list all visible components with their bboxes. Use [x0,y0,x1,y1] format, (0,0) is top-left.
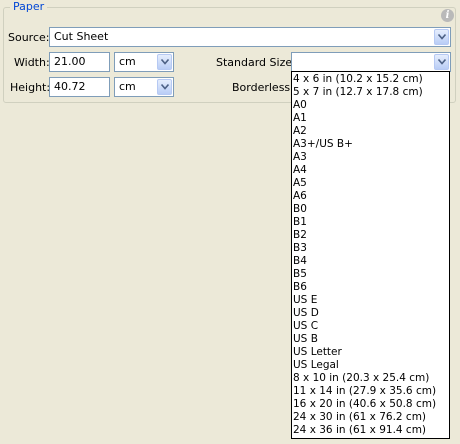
info-icon[interactable]: i [441,9,454,22]
height-unit-select[interactable]: cm [114,77,174,97]
standard-size-select[interactable] [291,52,451,72]
borderless-label: Borderless: [232,81,294,94]
paper-group-title: Paper [10,0,48,13]
width-input[interactable]: 21.00 [49,52,110,72]
dropdown-option[interactable]: US B [292,333,449,346]
source-label: Source: [8,31,50,44]
dropdown-option[interactable]: US C [292,320,449,333]
source-dropdown-button[interactable] [434,29,449,45]
dropdown-option[interactable]: 4 x 6 in (10.2 x 15.2 cm) [292,73,449,86]
width-unit-value: cm [119,55,136,68]
dropdown-option[interactable]: B4 [292,255,449,268]
dropdown-option[interactable]: 24 x 30 in (61 x 76.2 cm) [292,411,449,424]
dropdown-option[interactable]: 24 x 36 in (61 x 91.4 cm) [292,424,449,437]
width-unit-select[interactable]: cm [114,52,174,72]
width-unit-dropdown-button[interactable] [157,54,172,70]
source-select-value: Cut Sheet [54,30,109,43]
height-label: Height: [10,81,51,94]
dropdown-option[interactable]: A2 [292,125,449,138]
source-select[interactable]: Cut Sheet [49,27,451,47]
dropdown-option[interactable]: 8 x 10 in (20.3 x 25.4 cm) [292,372,449,385]
dropdown-option[interactable]: B0 [292,203,449,216]
dropdown-option[interactable]: B6 [292,281,449,294]
dropdown-option[interactable]: US Letter [292,346,449,359]
dropdown-option[interactable]: B2 [292,229,449,242]
standard-size-dropdown-button[interactable] [434,54,449,70]
dropdown-option[interactable]: A1 [292,112,449,125]
dropdown-option[interactable]: US Legal [292,359,449,372]
height-input[interactable]: 40.72 [49,77,110,97]
dropdown-option[interactable]: B5 [292,268,449,281]
dropdown-option[interactable]: A3+/US B+ [292,138,449,151]
dropdown-option[interactable]: US E [292,294,449,307]
dropdown-option[interactable]: B1 [292,216,449,229]
dropdown-option[interactable]: A5 [292,177,449,190]
dropdown-option[interactable]: B3 [292,242,449,255]
width-label: Width: [14,56,50,69]
dropdown-option[interactable]: 11 x 14 in (27.9 x 35.6 cm) [292,385,449,398]
chevron-down-icon [438,34,446,40]
height-unit-dropdown-button[interactable] [157,79,172,95]
dropdown-option[interactable]: A3 [292,151,449,164]
dropdown-option[interactable]: A0 [292,99,449,112]
standard-size-dropdown-list[interactable]: 4 x 6 in (10.2 x 15.2 cm) 5 x 7 in (12.7 … [291,71,450,439]
chevron-down-icon [161,59,169,65]
dropdown-option[interactable]: A6 [292,190,449,203]
dropdown-option[interactable]: 16 x 20 in (40.6 x 50.8 cm) [292,398,449,411]
dropdown-option[interactable]: A4 [292,164,449,177]
standard-size-label: Standard Size: [216,56,296,69]
dropdown-option[interactable]: 5 x 7 in (12.7 x 17.8 cm) [292,86,449,99]
dropdown-option[interactable]: US D [292,307,449,320]
height-unit-value: cm [119,80,136,93]
chevron-down-icon [438,59,446,65]
chevron-down-icon [161,84,169,90]
